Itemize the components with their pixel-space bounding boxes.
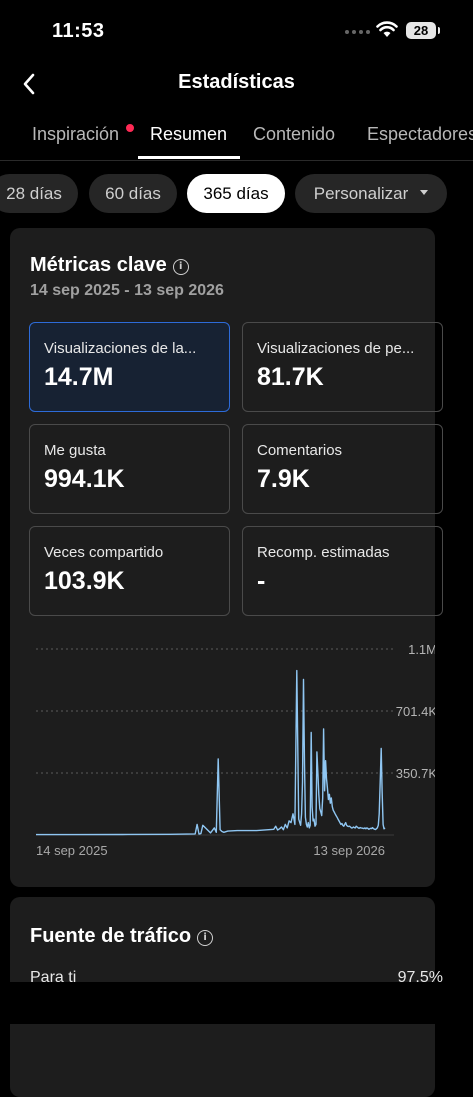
filter-custom-label: Personalizar [313,184,409,203]
metric-label: Visualizaciones de la... [44,340,197,357]
filter-60-days[interactable]: 60 días [89,174,177,213]
metric-value: 14.7M [44,363,114,391]
tab-espectadores[interactable]: Espectadores [367,124,473,145]
metric-label: Recomp. estimadas [257,544,390,561]
key-metrics-title-text: Métricas clave [30,254,167,276]
status-bar: 11:53 28 [0,0,473,64]
filter-28-days[interactable]: 28 días [0,174,78,213]
metric-value: - [257,567,266,595]
page-title: Estadísticas [178,71,295,93]
info-icon[interactable]: i [197,930,214,946]
cellular-signal-icon [345,30,370,34]
metric-value: 103.9K [44,567,125,595]
key-metrics-title: Métricas clave i [30,254,189,277]
metric-tile-shares[interactable]: Veces compartido 103.9K [29,526,230,616]
views-line-chart[interactable]: 1.1M 701.4K 350.7K 14 sep 2025 13 sep 2026 [10,633,435,873]
notification-dot [126,124,134,132]
metric-tile-estimated-rewards[interactable]: Recomp. estimadas - [242,526,443,616]
info-icon[interactable]: i [172,259,189,275]
metric-tile-video-views[interactable]: Visualizaciones de la... 14.7M [29,322,230,412]
traffic-source-title-text: Fuente de tráfico [30,925,192,947]
metric-label: Me gusta [44,442,106,459]
metric-tile-likes[interactable]: Me gusta 994.1K [29,424,230,514]
metric-label: Comentarios [257,442,343,459]
filter-365-days[interactable]: 365 días [187,174,285,213]
views-series-line [36,669,386,836]
metric-value: 81.7K [257,363,324,391]
metric-value: 7.9K [257,465,310,493]
metric-value: 994.1K [44,465,125,493]
tab-resumen[interactable]: Resumen [150,124,227,145]
tab-contenido[interactable]: Contenido [253,124,335,145]
key-metrics-card: Métricas clave i 14 sep 2025 - 13 sep 202… [10,228,443,887]
active-tab-indicator [138,156,240,159]
y-tick-label: 1.1M [408,642,435,657]
clock: 11:53 [52,20,105,42]
caret-down-icon [420,190,429,196]
tab-inspiracion[interactable]: Inspiración [32,124,119,145]
tab-bar: Inspiración Resumen Contenido Espectador… [0,118,473,161]
y-tick-label: 701.4K [396,704,435,719]
battery-icon: 28 [406,22,440,39]
bottom-mask [0,982,473,1024]
y-tick-label: 350.7K [396,766,435,781]
date-range: 14 sep 2025 - 13 sep 2026 [30,282,224,299]
date-filter-bar: 28 días 60 días 365 días Personalizar [0,174,473,214]
metric-tile-comments[interactable]: Comentarios 7.9K [242,424,443,514]
metric-label: Visualizaciones de pe... [257,340,415,357]
wifi-icon [376,20,398,43]
x-tick-label: 13 sep 2026 [313,843,385,858]
filter-custom[interactable]: Personalizar [295,174,447,213]
x-tick-label: 14 sep 2025 [36,843,108,858]
metric-tile-profile-views[interactable]: Visualizaciones de pe... 81.7K [242,322,443,412]
metric-label: Veces compartido [44,544,164,561]
traffic-source-title: Fuente de tráfico i [30,925,214,948]
